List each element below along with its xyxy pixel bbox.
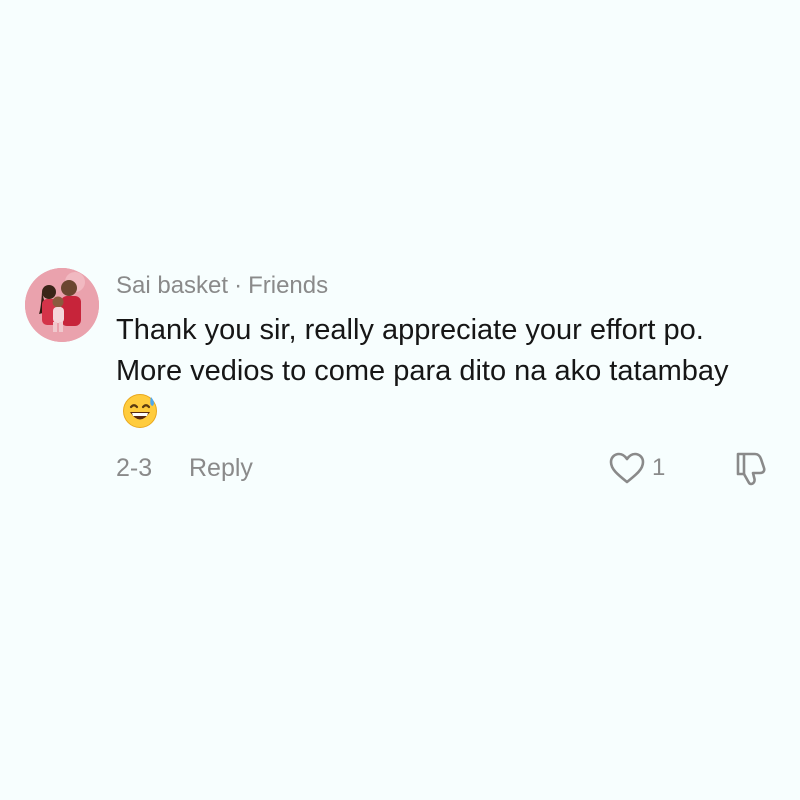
comment-text: Thank you sir, really appreciate your ef… (116, 314, 729, 387)
comment-text-block: Thank you sir, really appreciate your ef… (116, 310, 756, 433)
avatar[interactable] (25, 268, 99, 342)
heart-outline-icon (608, 451, 646, 485)
dislike-button[interactable] (731, 449, 769, 487)
relation-label: Friends (248, 272, 329, 299)
like-button[interactable]: 1 (608, 447, 688, 487)
thumbs-down-outline-icon (731, 452, 769, 491)
meta-separator: · (234, 272, 243, 299)
like-count: 1 (652, 454, 666, 481)
grinning-face-with-sweat-icon (122, 393, 158, 429)
comment-meta: Sai basket · Friends (116, 270, 328, 302)
reply-button[interactable]: Reply (189, 452, 253, 484)
username[interactable]: Sai basket (116, 272, 228, 299)
comment-item: Sai basket · Friends Thank you sir, really… (0, 0, 800, 800)
comment-date: 2-3 (116, 454, 153, 482)
